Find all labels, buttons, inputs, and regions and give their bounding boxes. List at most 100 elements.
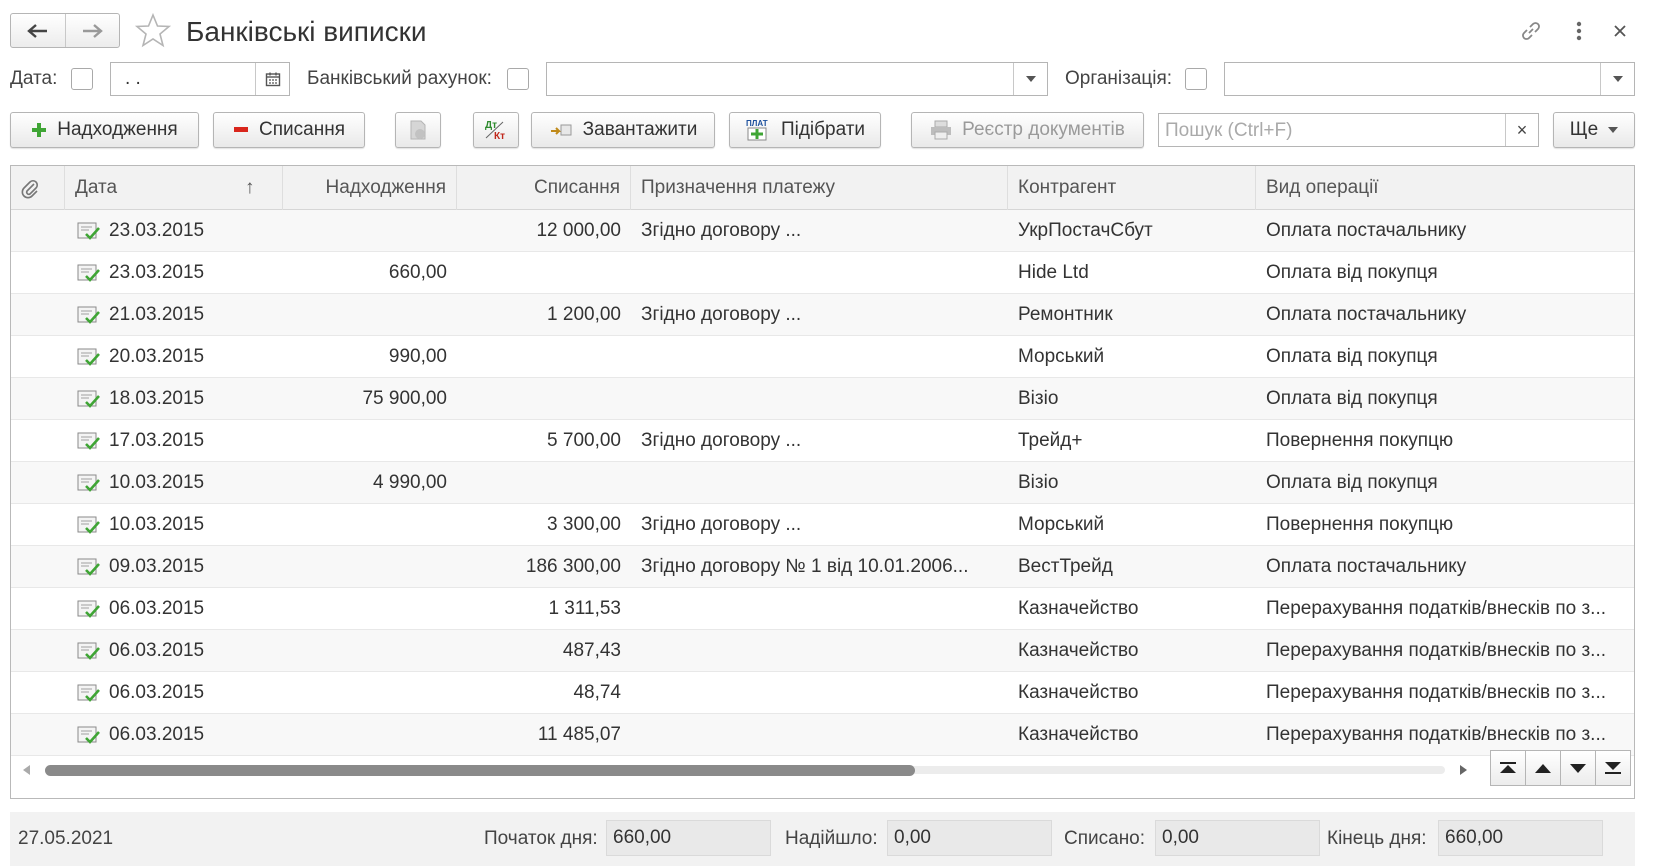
table-row[interactable]: 06.03.2015 11 485,07 Казначейство Перерахув… bbox=[11, 714, 1634, 756]
cell-counterparty: Казначейство bbox=[1018, 640, 1139, 661]
column-header-purpose[interactable]: Призначення платежу bbox=[631, 166, 1008, 210]
account-label: Банківський рахунок: bbox=[307, 68, 492, 89]
written-off-value: 0,00 bbox=[1155, 820, 1320, 856]
table-row[interactable]: 20.03.2015 990,00 Морський Оплата від покуп… bbox=[11, 336, 1634, 378]
table-row[interactable]: 23.03.2015 660,00 Hide Ltd Оплата від покуп… bbox=[11, 252, 1634, 294]
expense-button-label: Списання bbox=[259, 119, 345, 140]
posted-document-icon bbox=[77, 642, 100, 660]
cell-income bbox=[283, 630, 447, 672]
table-row[interactable]: 06.03.2015 1 311,53 Казначейство Перерахува… bbox=[11, 588, 1634, 630]
go-down-button[interactable] bbox=[1560, 750, 1596, 786]
org-select[interactable] bbox=[1224, 62, 1635, 96]
go-up-button[interactable] bbox=[1525, 750, 1561, 786]
column-header-expense[interactable]: Списання bbox=[457, 166, 631, 210]
select-button[interactable]: ПЛАТ Підібрати bbox=[729, 112, 881, 148]
end-of-day-value: 660,00 bbox=[1438, 820, 1603, 856]
cell-counterparty: Казначейство bbox=[1018, 598, 1139, 619]
column-header-date[interactable]: Дата ↑ bbox=[65, 166, 283, 210]
column-header-counterparty[interactable]: Контрагент bbox=[1008, 166, 1256, 210]
close-icon[interactable] bbox=[1607, 18, 1633, 44]
scrollbar-thumb[interactable] bbox=[45, 765, 915, 776]
org-dropdown-button[interactable] bbox=[1600, 63, 1634, 95]
clear-search-button[interactable]: × bbox=[1505, 114, 1538, 146]
cell-income bbox=[283, 546, 447, 588]
cell-counterparty: УкрПостачСбут bbox=[1018, 220, 1153, 241]
load-icon bbox=[550, 124, 572, 136]
printer-icon bbox=[931, 120, 952, 140]
cell-purpose bbox=[641, 588, 996, 630]
cell-operation: Перерахування податків/внесків по з... bbox=[1266, 598, 1607, 619]
table-row[interactable]: 18.03.2015 75 900,00 Візіо Оплата від покуп… bbox=[11, 378, 1634, 420]
cell-counterparty: Трейд+ bbox=[1018, 430, 1083, 451]
date-field[interactable]: . . bbox=[110, 62, 290, 96]
account-select[interactable] bbox=[546, 62, 1048, 96]
cell-income: 990,00 bbox=[388, 346, 447, 367]
cell-operation: Оплата постачальнику bbox=[1266, 556, 1467, 577]
go-first-button[interactable] bbox=[1490, 750, 1526, 786]
go-last-button[interactable] bbox=[1595, 750, 1631, 786]
go-last-icon bbox=[1605, 762, 1621, 774]
cell-income: 4 990,00 bbox=[373, 472, 447, 493]
cell-expense: 487,43 bbox=[562, 640, 621, 661]
minus-icon bbox=[234, 127, 249, 132]
received-value: 0,00 bbox=[887, 820, 1052, 856]
cell-date: 23.03.2015 bbox=[109, 220, 205, 241]
table-row[interactable]: 23.03.2015 12 000,00 Згідно договору ... Ук… bbox=[11, 210, 1634, 252]
svg-text:ПЛАТ: ПЛАТ bbox=[746, 119, 768, 128]
scroll-left-icon[interactable] bbox=[23, 765, 31, 775]
more-vert-icon[interactable] bbox=[1566, 18, 1592, 44]
cell-operation: Оплата від покупця bbox=[1266, 472, 1438, 493]
table-row[interactable]: 09.03.2015 186 300,00 Згідно договору № 1 … bbox=[11, 546, 1634, 588]
expense-button[interactable]: Списання bbox=[213, 112, 365, 148]
table-row[interactable]: 10.03.2015 4 990,00 Візіо Оплата від покупц… bbox=[11, 462, 1634, 504]
posted-document-icon bbox=[77, 264, 100, 282]
cell-income bbox=[283, 420, 447, 462]
cell-expense: 3 300,00 bbox=[547, 514, 621, 535]
account-checkbox[interactable] bbox=[507, 68, 529, 90]
table-row[interactable]: 17.03.2015 5 700,00 Згідно договору ... Тре… bbox=[11, 420, 1634, 462]
cell-expense bbox=[457, 378, 621, 420]
column-header-operation[interactable]: Вид операції bbox=[1256, 166, 1634, 210]
table-row[interactable]: 06.03.2015 487,43 Казначейство Перерахуванн… bbox=[11, 630, 1634, 672]
search-input[interactable]: Пошук (Ctrl+F) × bbox=[1158, 113, 1539, 147]
posted-document-icon bbox=[77, 516, 100, 534]
scroll-right-icon[interactable] bbox=[1459, 765, 1467, 775]
horizontal-scrollbar[interactable] bbox=[11, 756, 1491, 784]
register-button[interactable]: Реєстр документів bbox=[911, 112, 1144, 148]
cell-expense: 1 311,53 bbox=[548, 598, 621, 619]
favorite-star-icon[interactable] bbox=[134, 12, 172, 50]
calendar-button[interactable] bbox=[255, 63, 289, 95]
forward-button[interactable] bbox=[64, 14, 120, 47]
register-button-label: Реєстр документів bbox=[962, 119, 1125, 140]
org-checkbox[interactable] bbox=[1185, 68, 1207, 90]
link-icon[interactable] bbox=[1518, 18, 1544, 44]
cell-expense: 12 000,00 bbox=[536, 220, 621, 241]
dt-kt-button[interactable]: Дт Кт bbox=[473, 112, 519, 148]
column-header-income[interactable]: Надходження bbox=[283, 166, 457, 210]
chevron-down-icon bbox=[1608, 127, 1619, 133]
post-button[interactable] bbox=[395, 112, 441, 148]
cell-income bbox=[283, 294, 447, 336]
cell-income bbox=[283, 588, 447, 630]
table-row[interactable]: 10.03.2015 3 300,00 Згідно договору ... Мор… bbox=[11, 504, 1634, 546]
arrow-right-icon bbox=[83, 23, 104, 38]
back-button[interactable] bbox=[11, 14, 65, 47]
more-button[interactable]: Ще bbox=[1553, 112, 1635, 148]
table-row[interactable]: 21.03.2015 1 200,00 Згідно договору ... Рем… bbox=[11, 294, 1634, 336]
attachment-column-header[interactable] bbox=[11, 166, 65, 210]
table-row[interactable]: 06.03.2015 48,74 Казначейство Перерахування… bbox=[11, 672, 1634, 714]
income-button[interactable]: Надходження bbox=[10, 112, 199, 148]
payment-select-icon: ПЛАТ bbox=[746, 119, 768, 141]
cell-income bbox=[283, 714, 447, 756]
cell-expense: 1 200,00 bbox=[547, 304, 621, 325]
account-dropdown-button[interactable] bbox=[1013, 63, 1047, 95]
income-button-label: Надходження bbox=[57, 119, 178, 140]
load-button[interactable]: Завантажити bbox=[531, 112, 715, 148]
cell-operation: Повернення покупцю bbox=[1266, 430, 1454, 451]
cell-date: 06.03.2015 bbox=[109, 598, 205, 619]
list-navigation bbox=[1490, 750, 1631, 786]
date-checkbox[interactable] bbox=[71, 68, 93, 90]
cell-counterparty: Морський bbox=[1018, 514, 1105, 535]
cell-date: 09.03.2015 bbox=[109, 556, 205, 577]
cell-operation: Оплата постачальнику bbox=[1266, 304, 1467, 325]
